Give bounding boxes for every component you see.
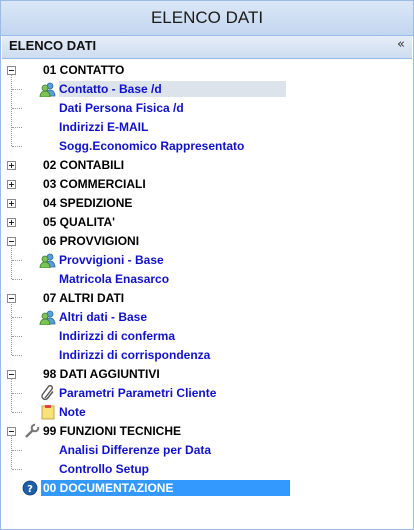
expand-toggle-icon[interactable] <box>7 179 16 189</box>
tree-leaf-indirizzi-di-conferma[interactable]: Indirizzi di conferma <box>39 327 175 345</box>
tree-folder-04-spedizione[interactable]: 04 SPEDIZIONE <box>7 194 132 212</box>
tree-leaf-sogg-economico-rappresentato[interactable]: Sogg.Economico Rappresentato <box>39 137 244 155</box>
tree-leaf-indirizzi-di-corrispondenza[interactable]: Indirizzi di corrispondenza <box>39 346 210 364</box>
tree-connector-line <box>11 435 12 469</box>
tree-folder-label: 06 PROVVIGIONI <box>43 234 140 248</box>
tree-connector-branch <box>12 469 22 470</box>
tree-leaf-provvigioni-base[interactable]: Provvigioni - Base <box>39 251 164 269</box>
tree-connector-branch <box>12 127 22 128</box>
tree-leaf-label: Indirizzi di conferma <box>59 329 176 343</box>
tree-leaf-indirizzi-e-mail[interactable]: Indirizzi E-MAIL <box>39 118 148 136</box>
tree-connector-line <box>11 74 12 146</box>
tree-leaf-label: Altri dati - Base <box>59 310 148 324</box>
tree-leaf-controllo-setup[interactable]: Controllo Setup <box>39 460 149 478</box>
tree-leaf-dati-persona-fisica-d[interactable]: Dati Persona Fisica /d <box>39 99 184 117</box>
tree-folder-label: 02 CONTABILI <box>43 158 125 172</box>
tree-leaf-matricola-enasarco[interactable]: Matricola Enasarco <box>39 270 169 288</box>
note-icon <box>39 404 57 420</box>
users-icon <box>39 252 57 268</box>
tree-connector-line <box>11 378 12 412</box>
tree-leaf-label: Indirizzi E-MAIL <box>59 120 149 134</box>
tree-connector-branch <box>12 260 22 261</box>
tree-folder-label: 99 FUNZIONI TECNICHE <box>43 424 182 438</box>
svg-text:?: ? <box>27 484 33 495</box>
tree-connector-branch <box>12 89 22 90</box>
tree-connector-branch <box>12 336 22 337</box>
tree-folder-label: 05 QUALITA' <box>43 215 115 229</box>
tree-connector-branch <box>12 393 22 394</box>
tree-leaf-label: Analisi Differenze per Data <box>59 443 212 457</box>
tree-leaf-label: Sogg.Economico Rappresentato <box>59 139 245 153</box>
tree-leaf-label: Contatto - Base /d <box>59 81 286 97</box>
window-title: ELENCO DATI <box>150 8 264 27</box>
tree-folder-label: 98 DATI AGGIUNTIVI <box>43 367 160 381</box>
expand-toggle-icon[interactable] <box>7 160 16 170</box>
tree-connector-line <box>11 245 12 279</box>
tree-connector-branch <box>12 412 22 413</box>
tree-connector-branch <box>12 279 22 280</box>
tree-leaf-label: Note <box>59 405 86 419</box>
tree-folder-label: 07 ALTRI DATI <box>43 291 125 305</box>
wrench-icon <box>23 423 41 439</box>
paperclip-icon <box>39 385 57 401</box>
tree-leaf-label: Controllo Setup <box>59 462 149 476</box>
tree-folder-07-altri-dati[interactable]: 07 ALTRI DATI <box>7 289 124 307</box>
tree-leaf-label: Parametri Parametri Cliente <box>59 386 217 400</box>
tree-folder-01-contatto[interactable]: 01 CONTATTO <box>7 61 124 79</box>
tree-folder-02-contabili[interactable]: 02 CONTABILI <box>7 156 124 174</box>
tree-leaf-label: Dati Persona Fisica /d <box>59 101 184 115</box>
tree-folder-label: 03 COMMERCIALI <box>43 177 146 191</box>
expand-toggle-icon[interactable] <box>7 198 16 208</box>
users-icon <box>39 309 57 325</box>
panel-title: ELENCO DATI <box>9 38 97 53</box>
tree-folder-label: 04 SPEDIZIONE <box>43 196 133 210</box>
tree-folder-label: 01 CONTATTO <box>43 63 125 77</box>
tree-leaf-note[interactable]: Note <box>39 403 86 421</box>
tree-connector-branch <box>12 108 22 109</box>
tree-folder-00-documentazione[interactable]: ? 00 DOCUMENTAZIONE <box>7 479 290 497</box>
panel-header: ELENCO DATI « <box>2 36 412 59</box>
users-icon <box>39 81 57 97</box>
window-title-bar: ELENCO DATI <box>1 1 413 36</box>
tree-leaf-label: Matricola Enasarco <box>59 272 170 286</box>
tree-connector-branch <box>12 450 22 451</box>
tree-connector-branch <box>12 355 22 356</box>
tree-folder-03-commerciali[interactable]: 03 COMMERCIALI <box>7 175 146 193</box>
tree-leaf-contatto-base-d[interactable]: Contatto - Base /d <box>39 80 286 98</box>
tree-leaf-parametri-parametri-cliente[interactable]: Parametri Parametri Cliente <box>39 384 216 402</box>
tree-leaf-analisi-differenze-per-data[interactable]: Analisi Differenze per Data <box>39 441 211 459</box>
window-frame: ELENCO DATI ELENCO DATI « 01 CONTATTO Con… <box>0 0 414 530</box>
collapse-panel-button[interactable]: « <box>397 37 405 52</box>
tree-connector-branch <box>12 146 22 147</box>
tree-connector-line <box>11 302 12 355</box>
tree-folder-06-provvigioni[interactable]: 06 PROVVIGIONI <box>7 232 139 250</box>
tree-folder-99-funzioni-tecniche[interactable]: 99 FUNZIONI TECNICHE <box>7 422 181 440</box>
tree-folder-98-dati-aggiuntivi[interactable]: 98 DATI AGGIUNTIVI <box>7 365 160 383</box>
tree-folder-label: 00 DOCUMENTAZIONE <box>41 480 290 496</box>
tree-leaf-label: Provvigioni - Base <box>59 253 164 267</box>
tree-leaf-label: Indirizzi di corrispondenza <box>59 348 211 362</box>
tree-leaf-altri-dati-base[interactable]: Altri dati - Base <box>39 308 147 326</box>
help-icon: ? <box>21 480 39 496</box>
tree-folder-05-qualita[interactable]: 05 QUALITA' <box>7 213 115 231</box>
tree-connector-branch <box>12 317 22 318</box>
expand-toggle-icon[interactable] <box>7 217 16 227</box>
